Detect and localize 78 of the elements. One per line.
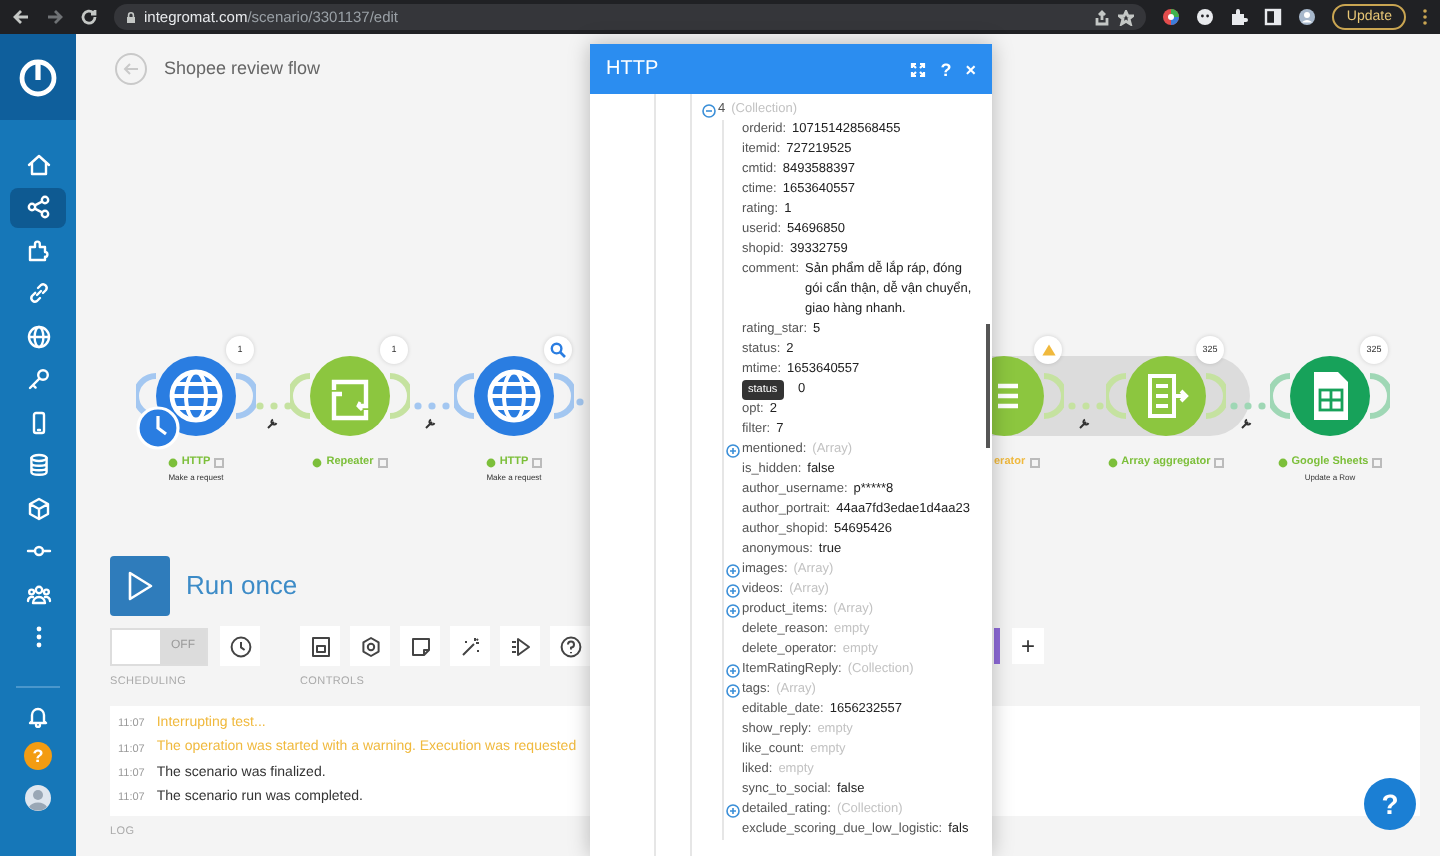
side-panel-icon[interactable]: [1264, 8, 1283, 26]
forward-icon[interactable]: [46, 8, 64, 26]
clock-icon[interactable]: [136, 406, 180, 450]
cube-icon: [25, 495, 51, 521]
puzzle-icon[interactable]: [1230, 8, 1249, 26]
profile-icon[interactable]: [1298, 8, 1317, 26]
id-tag: [1029, 458, 1040, 468]
home-icon: [25, 151, 51, 177]
spreadsheet-module[interactable]: [1270, 352, 1390, 440]
connection-dots: [1230, 402, 1266, 410]
more-icon[interactable]: [1422, 8, 1428, 26]
save-icon: [309, 635, 331, 657]
add-button[interactable]: +: [1012, 628, 1044, 664]
expand-icon[interactable]: [725, 563, 739, 577]
globe-icon: [25, 323, 51, 349]
wrench-icon[interactable]: [424, 418, 436, 430]
star-icon[interactable]: [1118, 9, 1135, 25]
connection-dots: [255, 402, 291, 410]
help-icon: [559, 635, 581, 657]
sidebar-item[interactable]: [10, 187, 66, 227]
inspect-button[interactable]: [544, 336, 572, 364]
link-icon: [25, 280, 51, 306]
reload-icon[interactable]: [80, 8, 98, 26]
connection-dots: [576, 398, 584, 406]
expand-icon[interactable]: [725, 603, 739, 617]
id-tag: [1214, 458, 1225, 468]
scenario-title: Shopee review flow: [164, 55, 321, 82]
connection-dots: [414, 402, 450, 410]
settings-icon: [359, 635, 381, 657]
logo-icon[interactable]: [18, 57, 58, 97]
status-dot: [312, 458, 323, 468]
share-icon: [25, 194, 51, 220]
auto-align-button[interactable]: [450, 626, 490, 666]
key-icon: [25, 366, 51, 392]
help-button[interactable]: [550, 626, 590, 666]
search-icon: [550, 342, 566, 358]
database-icon: [25, 452, 51, 478]
id-tag: [214, 458, 225, 468]
run-button[interactable]: [110, 556, 170, 616]
bell-icon[interactable]: [26, 703, 50, 727]
expand-icon[interactable]: [725, 803, 739, 817]
status-dot: [1107, 458, 1118, 468]
clock-icon: [229, 635, 251, 657]
team-icon: [25, 581, 51, 607]
back-icon[interactable]: [12, 8, 30, 26]
share-icon[interactable]: [1094, 9, 1111, 25]
wrench-icon[interactable]: [1077, 418, 1089, 430]
wrench-icon[interactable]: [265, 418, 277, 430]
collapse-icon[interactable]: [701, 103, 715, 117]
color-wheel-icon[interactable]: [1162, 8, 1181, 26]
avatar-icon[interactable]: [24, 783, 52, 811]
note-icon: [409, 635, 431, 657]
status-dot: [485, 458, 496, 468]
connection-dots: [1067, 402, 1103, 410]
settings-button[interactable]: [350, 626, 390, 666]
play-icon: [126, 570, 154, 602]
notes-button[interactable]: [400, 626, 440, 666]
flow-arrow-icon: [509, 635, 531, 657]
lock-icon: [126, 11, 136, 23]
expand-icon[interactable]: [725, 583, 739, 597]
expand-icon[interactable]: [725, 443, 739, 457]
dialog-title: HTTP: [606, 56, 661, 84]
expand-icon[interactable]: [725, 683, 739, 697]
status-dot: [1277, 458, 1288, 468]
flow-button[interactable]: [500, 626, 540, 666]
save-button[interactable]: [300, 626, 340, 666]
extension-icon[interactable]: [1196, 8, 1215, 26]
expand-icon[interactable]: [725, 663, 739, 677]
schedule-button[interactable]: [220, 626, 260, 666]
magic-wand-icon: [459, 635, 481, 657]
id-tag: [377, 458, 388, 468]
globe-module[interactable]: [454, 352, 574, 440]
status-dot: [167, 458, 178, 468]
scrollbar-thumb[interactable]: [986, 324, 990, 448]
wrench-icon[interactable]: [1240, 418, 1252, 430]
id-tag: [1372, 458, 1383, 468]
puzzle-icon: [25, 237, 51, 263]
id-tag: [532, 458, 543, 468]
